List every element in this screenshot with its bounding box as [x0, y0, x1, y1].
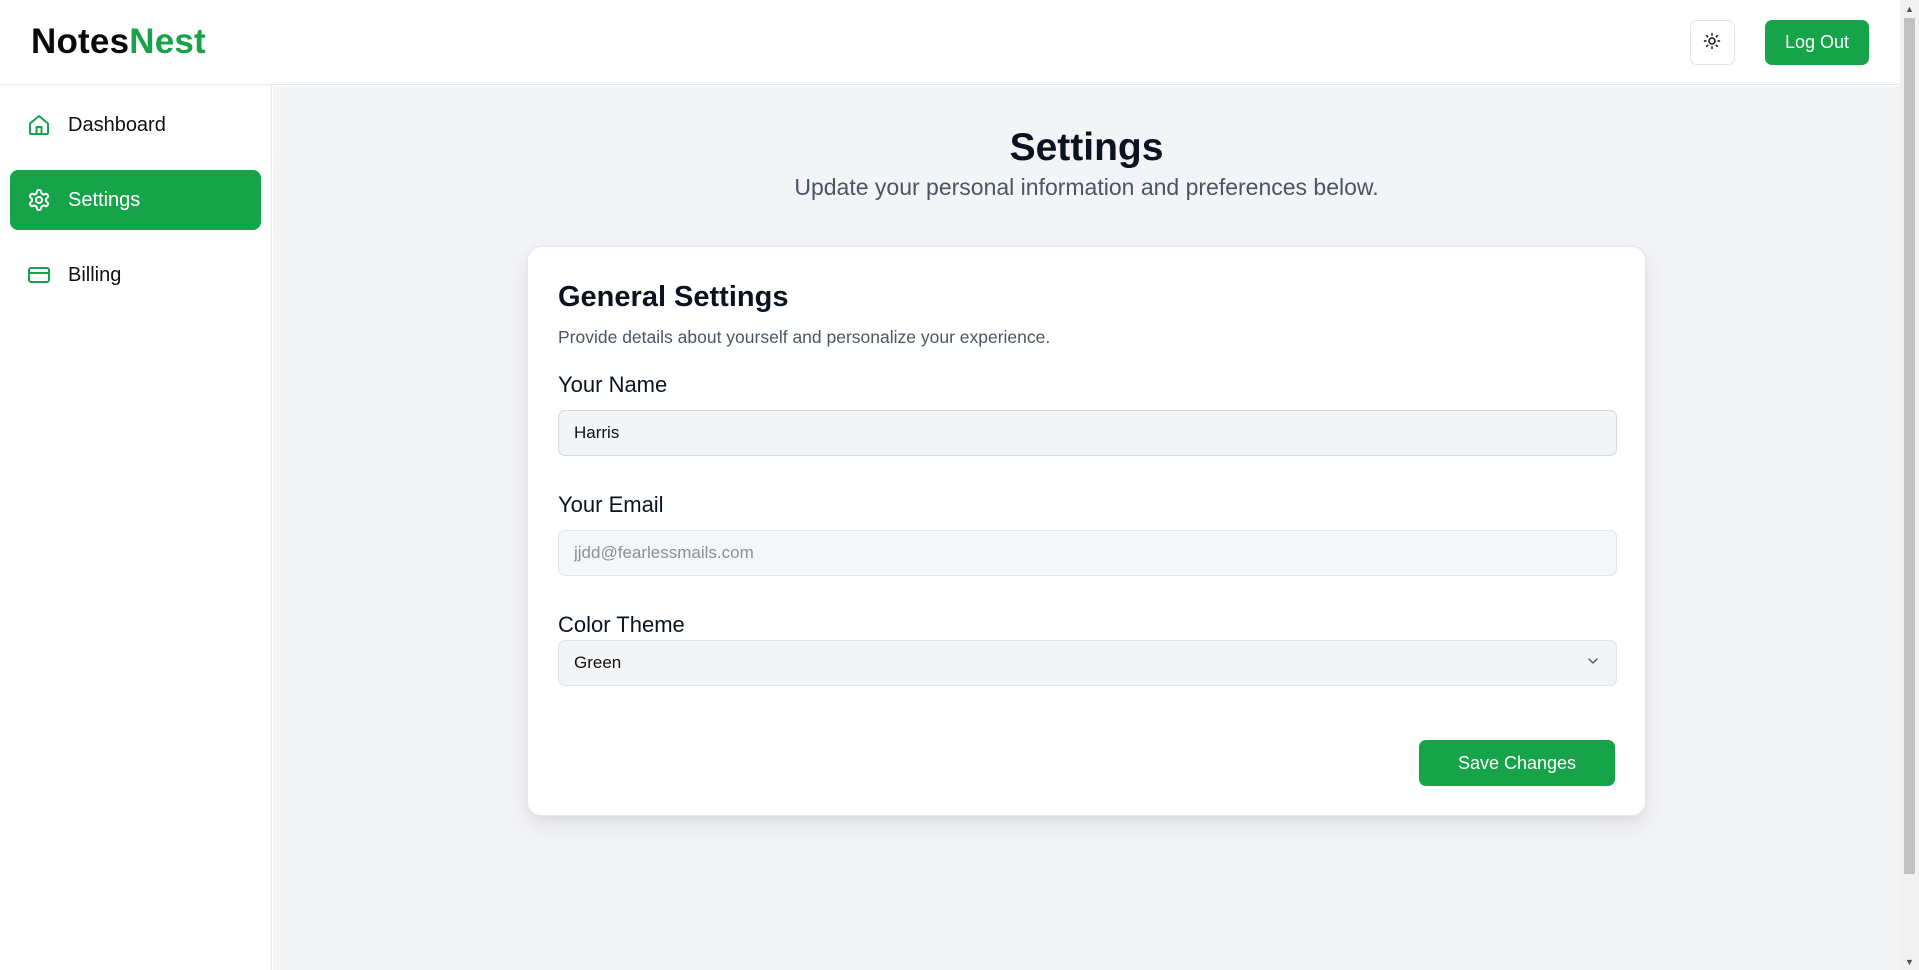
sidebar-item-dashboard[interactable]: Dashboard: [10, 95, 261, 155]
logo-text-notes: Notes: [31, 22, 130, 61]
main-content: Settings Update your personal informatio…: [273, 86, 1900, 970]
email-input[interactable]: [558, 530, 1617, 576]
card-description: Provide details about yourself and perso…: [558, 327, 1051, 347]
general-settings-card: General Settings Provide details about y…: [527, 246, 1646, 816]
page-subtitle: Update your personal information and pre…: [794, 174, 1379, 200]
chevron-down-icon: [1585, 653, 1601, 674]
scroll-up-arrow-icon[interactable]: ▲: [1900, 0, 1919, 17]
gear-icon: [26, 188, 51, 213]
logo-text-nest: Nest: [129, 22, 206, 61]
sidebar-item-label: Dashboard: [68, 113, 166, 136]
header-actions: Log Out: [1689, 19, 1869, 65]
scroll-down-arrow-icon[interactable]: ▼: [1900, 953, 1919, 970]
sidebar-item-label: Settings: [68, 188, 141, 211]
color-theme-value: Green: [574, 653, 622, 672]
color-theme-label: Color Theme: [558, 612, 685, 637]
theme-toggle-button[interactable]: [1689, 19, 1735, 65]
app-logo[interactable]: NotesNest: [31, 22, 206, 62]
scrollbar-thumb[interactable]: [1904, 18, 1915, 874]
email-label: Your Email: [558, 492, 664, 517]
credit-card-icon: [26, 263, 51, 288]
name-input[interactable]: [558, 410, 1617, 456]
page-scrollbar[interactable]: ▲ ▼: [1900, 0, 1919, 970]
logout-button[interactable]: Log Out: [1764, 19, 1869, 65]
app-root: NotesNest Log Out Dashboard Settings Bil…: [0, 0, 1919, 970]
sidebar-item-billing[interactable]: Billing: [10, 245, 261, 305]
sidebar: Dashboard Settings Billing: [0, 85, 272, 970]
sidebar-item-settings[interactable]: Settings: [10, 170, 261, 230]
home-icon: [26, 113, 51, 138]
page-title: Settings: [1009, 126, 1164, 169]
name-label: Your Name: [558, 372, 668, 397]
top-header: NotesNest Log Out: [0, 0, 1900, 85]
save-changes-button[interactable]: Save Changes: [1419, 740, 1615, 786]
color-theme-select[interactable]: Green: [558, 640, 1617, 686]
sidebar-item-label: Billing: [68, 263, 122, 286]
sun-icon: [1703, 32, 1721, 53]
card-title: General Settings: [558, 281, 789, 313]
